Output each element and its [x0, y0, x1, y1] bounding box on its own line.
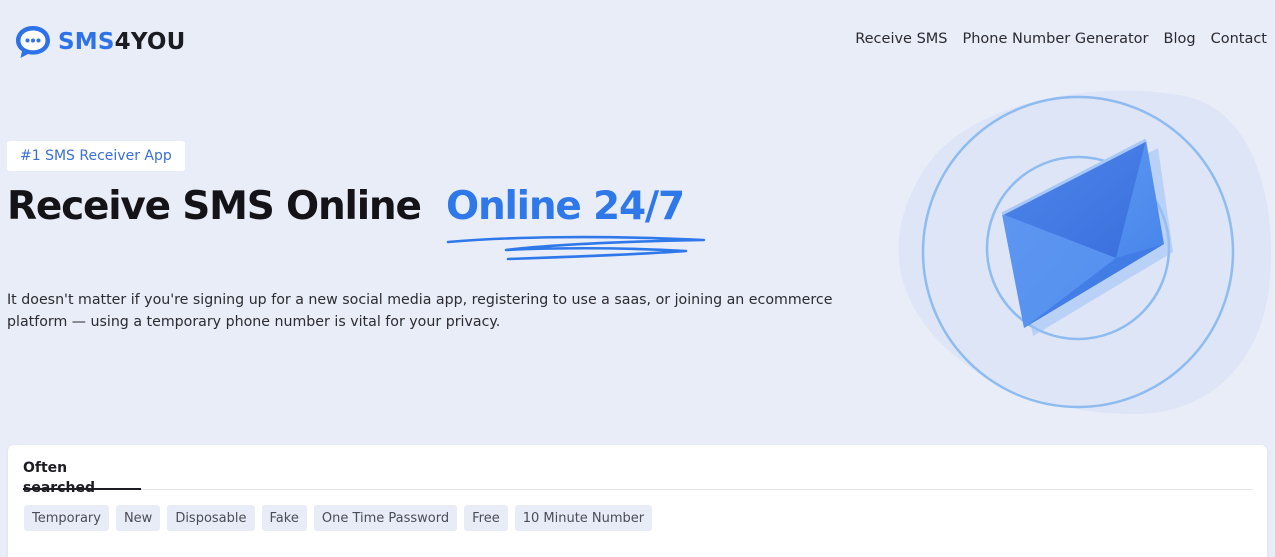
- logo[interactable]: SMS4YOU: [14, 24, 186, 60]
- tab-often-searched[interactable]: Often searched: [23, 458, 141, 496]
- nav-contact[interactable]: Contact: [1211, 31, 1267, 47]
- tag-one-time-password[interactable]: One Time Password: [313, 505, 458, 531]
- tag-new[interactable]: New: [115, 505, 161, 531]
- nav-receive-sms[interactable]: Receive SMS: [855, 31, 947, 47]
- tag-list: Temporary New Disposable Fake One Time P…: [24, 505, 653, 531]
- logo-text: SMS4YOU: [58, 29, 186, 55]
- nav-blog[interactable]: Blog: [1164, 31, 1196, 47]
- hero-headline: Receive SMS Online: [7, 184, 422, 229]
- hero-description: It doesn't matter if you're signing up f…: [7, 292, 833, 330]
- tag-10-minute-number[interactable]: 10 Minute Number: [514, 505, 653, 531]
- tag-free[interactable]: Free: [464, 505, 508, 531]
- hero-badge: #1 SMS Receiver App: [7, 141, 185, 171]
- envelope-illustration: [898, 90, 1271, 414]
- tag-temporary[interactable]: Temporary: [24, 505, 109, 531]
- panel-tab-bar: Often searched: [23, 458, 1253, 496]
- chat-bubble-icon: [16, 26, 50, 58]
- main-nav: Receive SMS Phone Number Generator Blog …: [855, 31, 1267, 47]
- often-searched-panel: Often searched Temporary New Disposable …: [8, 445, 1267, 557]
- tag-fake[interactable]: Fake: [261, 505, 307, 531]
- site-header: SMS4YOU Receive SMS Phone Number Generat…: [0, 0, 1275, 80]
- tag-disposable[interactable]: Disposable: [167, 505, 255, 531]
- hero-headline-accent: Online 24/7: [446, 184, 685, 229]
- nav-phone-number-generator[interactable]: Phone Number Generator: [963, 31, 1149, 47]
- scribble-underline: [446, 235, 706, 261]
